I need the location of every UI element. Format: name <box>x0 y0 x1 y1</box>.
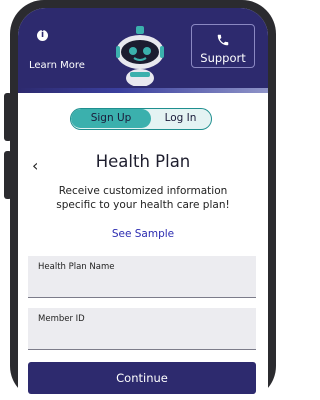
tab-log-in[interactable]: Log In <box>151 109 210 128</box>
header-accent-stripe <box>18 88 268 93</box>
learn-more-link[interactable]: Learn More <box>29 60 85 71</box>
info-icon[interactable]: i <box>37 30 48 41</box>
tab-sign-up[interactable]: Sign Up <box>71 109 151 128</box>
app-screen: i Learn More Support Sign Up Log In ‹ He… <box>18 8 268 400</box>
continue-button[interactable]: Continue <box>28 362 256 394</box>
signup-login-toggle: Sign Up Log In <box>70 108 212 130</box>
support-label: Support <box>200 51 246 65</box>
see-sample-link[interactable]: See Sample <box>18 228 268 240</box>
member-id-label: Member ID <box>38 314 85 324</box>
member-id-field[interactable]: Member ID <box>28 308 256 350</box>
health-plan-name-label: Health Plan Name <box>38 262 115 272</box>
phone-icon <box>217 34 229 46</box>
phone-side-button <box>4 151 12 199</box>
health-plan-name-field[interactable]: Health Plan Name <box>28 256 256 298</box>
phone-side-button <box>4 93 12 141</box>
page-description: Receive customized information specific … <box>56 185 230 211</box>
app-header: i Learn More Support <box>18 8 268 88</box>
robot-mascot-icon <box>116 26 164 86</box>
support-button[interactable]: Support <box>191 24 255 68</box>
page-title: Health Plan <box>95 152 191 171</box>
